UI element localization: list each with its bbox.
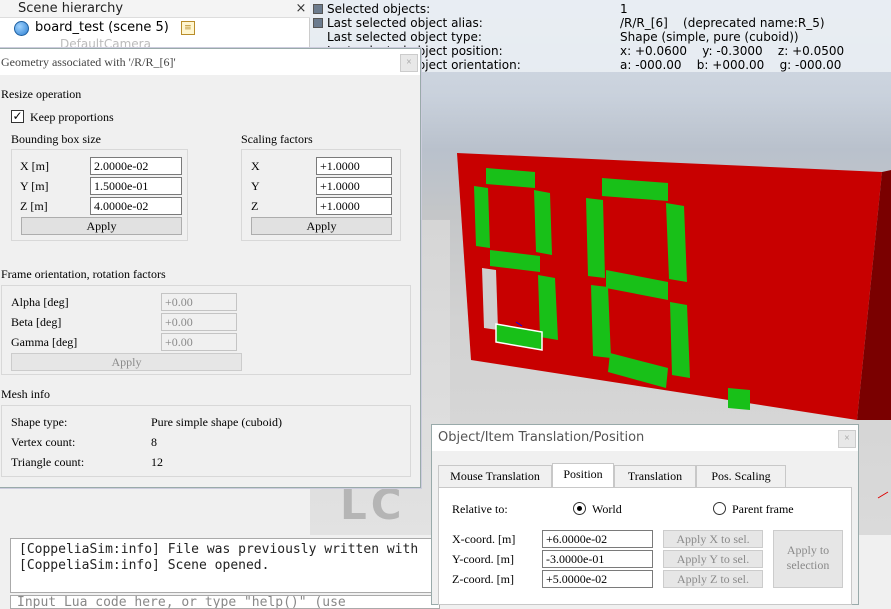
z-coord-label: Z-coord. [m] <box>452 572 514 586</box>
shape-type-label: Shape type: <box>11 415 68 429</box>
segment <box>586 198 605 278</box>
info-value: x: +0.0600 y: -0.3000 z: +0.0500 <box>620 44 845 58</box>
segment <box>482 268 498 330</box>
hierarchy-item-label: board_test (scene 5) <box>35 20 169 35</box>
geometry-dialog-title: Geometry associated with '/R/R_[6]' <box>0 49 420 75</box>
toggle-icon[interactable] <box>313 4 323 14</box>
bbox-y-field[interactable]: 1.5000e-01 <box>90 177 182 195</box>
toggle-icon <box>313 18 323 28</box>
close-icon[interactable]: × <box>400 54 418 72</box>
alpha-field[interactable]: +0.00 <box>161 293 237 311</box>
segment <box>728 388 750 410</box>
info-value: /R/R_[6] (deprecated name:R_5) <box>620 16 825 30</box>
globe-icon <box>14 20 29 36</box>
orientation-apply-button[interactable]: Apply <box>11 353 242 371</box>
scale-z-field[interactable]: +1.0000 <box>316 197 392 215</box>
close-icon[interactable]: × <box>838 430 856 448</box>
apply-y-button[interactable]: Apply Y to sel. <box>663 550 763 568</box>
console-line: [CoppeliaSim:info] Scene opened. <box>19 558 270 573</box>
translation-dialog: Object/Item Translation/Position × Mouse… <box>431 424 859 605</box>
beta-label: Beta [deg] <box>11 315 62 329</box>
orientation-heading: Frame orientation, rotation factors <box>1 267 166 281</box>
info-label: Selected objects: <box>327 2 431 16</box>
resize-heading: Resize operation <box>1 87 82 101</box>
apply-x-button[interactable]: Apply X to sel. <box>663 530 763 548</box>
tab-pos-scaling[interactable]: Pos. Scaling <box>696 465 786 487</box>
alpha-label: Alpha [deg] <box>11 295 69 309</box>
y-coord-field[interactable]: -3.0000e-01 <box>542 550 653 568</box>
apply-z-button[interactable]: Apply Z to sel. <box>663 570 763 588</box>
keep-proportions-checkbox[interactable]: ✓ <box>11 110 24 123</box>
x-coord-label: X-coord. [m] <box>452 532 516 546</box>
parent-frame-label: Parent frame <box>732 502 794 516</box>
vertex-count-value: 8 <box>151 435 157 449</box>
console-line: [CoppeliaSim:info] File was previously w… <box>19 542 419 557</box>
bbox-x-label: X [m] <box>20 159 49 173</box>
scale-x-field[interactable]: +1.0000 <box>316 157 392 175</box>
world-radio[interactable] <box>573 502 586 515</box>
gamma-field[interactable]: +0.00 <box>161 333 237 351</box>
scale-y-label: Y <box>251 179 260 193</box>
world-label: World <box>592 502 622 516</box>
scale-apply-button[interactable]: Apply <box>251 217 392 235</box>
info-label: Last selected object type: <box>327 30 482 44</box>
board-face <box>457 153 882 420</box>
bbox-y-label: Y [m] <box>20 179 49 193</box>
mesh-heading: Mesh info <box>1 387 50 401</box>
scale-x-label: X <box>251 159 260 173</box>
scaling-heading: Scaling factors <box>241 132 313 146</box>
beta-field[interactable]: +0.00 <box>161 313 237 331</box>
info-label: Last selected object alias: <box>327 16 483 30</box>
tab-translation[interactable]: Translation <box>614 465 696 487</box>
segment <box>538 275 558 340</box>
segment <box>670 302 690 378</box>
scale-z-label: Z <box>251 199 259 213</box>
segment <box>534 190 552 255</box>
bbox-x-field[interactable]: 2.0000e-02 <box>90 157 182 175</box>
segment <box>666 203 687 282</box>
scene-hierarchy-panel: Scene hierarchy × board_test (scene 5) ≡… <box>0 0 310 50</box>
hierarchy-item-scene[interactable]: board_test (scene 5) ≡ <box>14 20 195 36</box>
triangle-count-label: Triangle count: <box>11 455 85 469</box>
tab-mouse-translation[interactable]: Mouse Translation <box>438 465 552 487</box>
scene-hierarchy-title: Scene hierarchy <box>0 0 310 18</box>
info-value: a: -000.00 b: +000.00 g: -000.00 <box>620 58 842 72</box>
info-value: 1 <box>620 2 628 16</box>
tab-position[interactable]: Position <box>552 463 614 488</box>
keep-proportions-label: Keep proportions <box>30 110 114 124</box>
segment <box>591 285 611 358</box>
bbox-z-field[interactable]: 4.0000e-02 <box>90 197 182 215</box>
translation-dialog-title: Object/Item Translation/Position <box>432 425 858 451</box>
geometry-dialog: Geometry associated with '/R/R_[6]' × Re… <box>0 48 421 488</box>
z-coord-field[interactable]: +5.0000e-02 <box>542 570 653 588</box>
segment <box>474 186 490 248</box>
script-icon[interactable]: ≡ <box>180 21 195 35</box>
x-coord-field[interactable]: +6.0000e-02 <box>542 530 653 548</box>
gamma-label: Gamma [deg] <box>11 335 78 349</box>
close-icon[interactable]: × <box>292 0 310 18</box>
lua-input[interactable]: Input Lua code here, or type "help()" (u… <box>10 595 440 609</box>
bbox-apply-button[interactable]: Apply <box>21 217 182 235</box>
shape-type-value: Pure simple shape (cuboid) <box>151 415 282 429</box>
vertex-count-label: Vertex count: <box>11 435 76 449</box>
bbox-z-label: Z [m] <box>20 199 48 213</box>
triangle-count-value: 12 <box>151 455 163 469</box>
bbox-heading: Bounding box size <box>11 132 101 146</box>
apply-to-selection-button[interactable]: Apply to selection <box>773 530 843 588</box>
info-value: Shape (simple, pure (cuboid)) <box>620 30 799 44</box>
y-coord-label: Y-coord. [m] <box>452 552 514 566</box>
parent-frame-radio[interactable] <box>713 502 726 515</box>
relative-to-label: Relative to: <box>452 502 508 516</box>
console-output: [CoppeliaSim:info] File was previously w… <box>10 538 440 593</box>
position-tab-panel: Relative to: World Parent frame X-coord.… <box>438 487 852 605</box>
scale-y-field[interactable]: +1.0000 <box>316 177 392 195</box>
